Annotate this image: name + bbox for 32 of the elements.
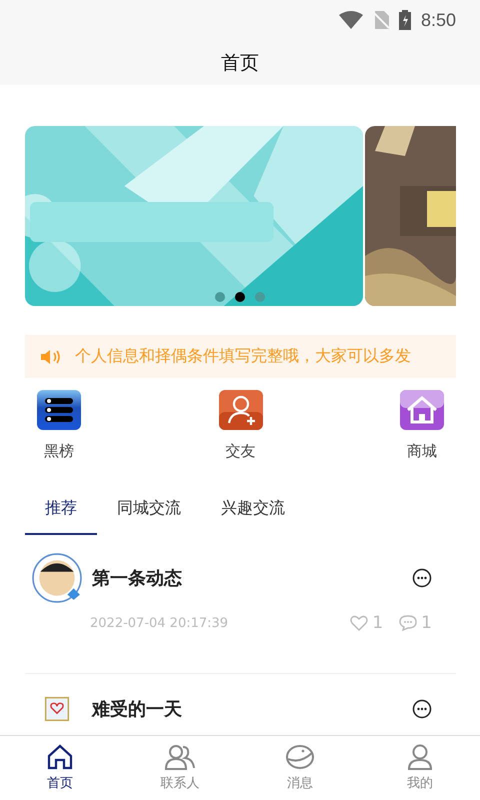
- wifi-icon: [338, 11, 363, 29]
- post-title[interactable]: 难受的一天: [92, 697, 402, 721]
- post-time: 2022-07-04 20:17:39: [90, 616, 228, 630]
- person-icon: [407, 744, 433, 770]
- status-time: 8:50: [420, 10, 456, 30]
- nav-item[interactable]: 我的: [375, 736, 465, 800]
- notice-text: 个人信息和择偶条件填写完整哦，大家可以多发: [75, 346, 411, 367]
- tab[interactable]: 推荐: [25, 483, 97, 535]
- like-count: 1: [372, 613, 384, 633]
- add-person-icon[interactable]: [218, 390, 262, 430]
- shortcut-label[interactable]: 黑榜: [44, 442, 74, 461]
- contacts-icon: [165, 744, 195, 770]
- house-icon[interactable]: [400, 390, 444, 430]
- page-title: 首页: [221, 50, 259, 76]
- home-icon: [47, 744, 73, 770]
- nav-item[interactable]: 消息: [255, 736, 345, 800]
- avatar[interactable]: [32, 553, 82, 603]
- tab[interactable]: 兴趣交流: [201, 483, 305, 535]
- comment-count: 1: [421, 613, 432, 633]
- speaker-icon: [41, 348, 63, 364]
- more-icon[interactable]: [412, 568, 432, 588]
- more-icon[interactable]: [412, 699, 432, 719]
- nav-item[interactable]: 联系人: [135, 736, 225, 800]
- nav-item[interactable]: 首页: [15, 736, 105, 800]
- chat-bubble-icon: [285, 744, 315, 770]
- shortcut-label[interactable]: 商城: [407, 442, 437, 461]
- list-icon[interactable]: [37, 390, 81, 430]
- no-sim-icon: [372, 11, 389, 29]
- tab[interactable]: 同城交流: [97, 483, 201, 535]
- battery-icon: [398, 10, 411, 30]
- shortcut-label[interactable]: 交友: [226, 442, 256, 461]
- post-title[interactable]: 第一条动态: [92, 566, 402, 590]
